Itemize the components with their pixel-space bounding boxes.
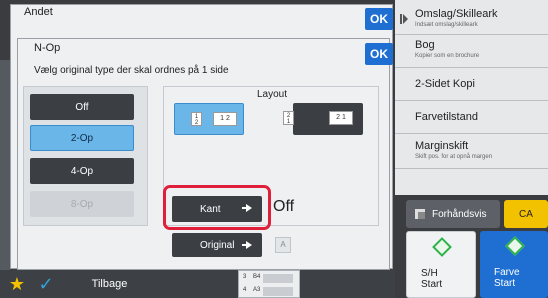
dialog-title: N-Op — [34, 42, 61, 54]
page-number: 2 — [336, 114, 341, 121]
option-8up-button: 8-Op — [30, 191, 134, 217]
menu-item-book[interactable]: Bog Kopier som en brochure — [395, 35, 548, 68]
ok-button[interactable]: OK — [365, 8, 393, 30]
check-icon[interactable]: ✓ — [34, 272, 58, 296]
start-label: S/H Start — [421, 268, 442, 290]
page-number: 1 — [220, 115, 225, 122]
arrow-right-icon — [242, 241, 252, 249]
start-icon — [505, 236, 525, 256]
menu-item-duplex[interactable]: 2-Sidet Kopi — [395, 68, 548, 101]
menu-item-cover[interactable]: Omslag/Skilleark Indsæt omslag/skilleark — [395, 0, 548, 35]
menu-item-title: Omslag/Skilleark — [415, 8, 498, 20]
ok-button[interactable]: OK — [365, 43, 393, 65]
page-number: 2 — [225, 115, 230, 122]
arrow-right-icon — [242, 204, 252, 212]
clear-all-button[interactable]: CA — [504, 200, 548, 228]
start-line1: Farve — [494, 267, 520, 278]
start-label: Farve Start — [494, 267, 520, 289]
menu-item-title: 2-Sidet Kopi — [415, 78, 475, 90]
layout-label: Layout — [257, 89, 288, 100]
preview-button[interactable]: Forhåndsvis — [406, 200, 500, 228]
menu-item-subtitle: Skift pos. for at opnå margen — [415, 154, 493, 160]
original-orientation-icon: A — [275, 237, 291, 253]
menu-item-title: Farvetilstand — [415, 111, 478, 123]
function-menu: Omslag/Skilleark Indsæt omslag/skilleark… — [395, 0, 548, 195]
tray-level — [263, 287, 293, 296]
menu-item-title: Bog — [415, 39, 435, 51]
border-button[interactable]: Kant — [172, 196, 262, 222]
option-off-button[interactable]: Off — [30, 94, 134, 120]
preview-label: Forhåndsvis — [432, 208, 487, 220]
layout-left-to-right-button[interactable]: 12 1 2 — [174, 103, 244, 135]
start-line2: Start — [421, 279, 443, 290]
option-2up-button[interactable]: 2-Op — [30, 125, 134, 151]
page-number: 2 — [194, 120, 199, 126]
tray-size: A3 — [253, 287, 261, 293]
menu-item-margin-shift[interactable]: Marginskift Skift pos. for at opnå marge… — [395, 134, 548, 169]
bottom-bar — [0, 270, 395, 298]
start-line1: S/H — [421, 268, 438, 279]
page-icon: 21 — [283, 111, 294, 125]
menu-item-title: Marginskift — [415, 140, 469, 152]
bw-start-button[interactable]: S/H Start — [406, 231, 476, 298]
back-button[interactable]: Tilbage — [62, 272, 157, 296]
tray-size: B4 — [253, 274, 261, 280]
menu-item-color-mode[interactable]: Farvetilstand — [395, 101, 548, 134]
play-arrow-icon[interactable] — [400, 14, 408, 24]
tray-level — [263, 274, 293, 283]
tray-number: 3 — [243, 274, 247, 280]
original-button-label: Original — [200, 239, 235, 251]
menu-item-subtitle: Kopier som en brochure — [415, 53, 480, 59]
original-button[interactable]: Original — [172, 233, 262, 257]
instruction-text: Vælg original type der skal ordnes på 1 … — [34, 65, 229, 76]
page-number: 1 — [341, 114, 346, 121]
left-edge-strip — [0, 60, 10, 270]
dialog-title: Andet — [24, 6, 53, 18]
layout-right-to-left-button[interactable]: 21 2 1 — [283, 103, 363, 135]
menu-item-subtitle: Indsæt omslag/skilleark — [415, 22, 478, 28]
page-icon: 12 — [191, 112, 202, 126]
page-pair-icon: 1 2 — [213, 112, 237, 126]
start-icon — [432, 237, 452, 257]
tray-number: 4 — [243, 287, 247, 293]
page-pair-icon: 2 1 — [329, 111, 353, 125]
preview-icon — [415, 209, 425, 219]
option-4up-button[interactable]: 4-Op — [30, 158, 134, 184]
paper-tray-indicator: 3 B4 4 A3 — [238, 270, 300, 298]
star-icon[interactable]: ★ — [6, 273, 28, 295]
page-number: 1 — [286, 119, 291, 125]
color-start-button[interactable]: Farve Start — [480, 231, 548, 298]
border-value: Off — [273, 198, 295, 215]
border-button-label: Kant — [200, 203, 221, 215]
start-line2: Start — [494, 278, 516, 289]
